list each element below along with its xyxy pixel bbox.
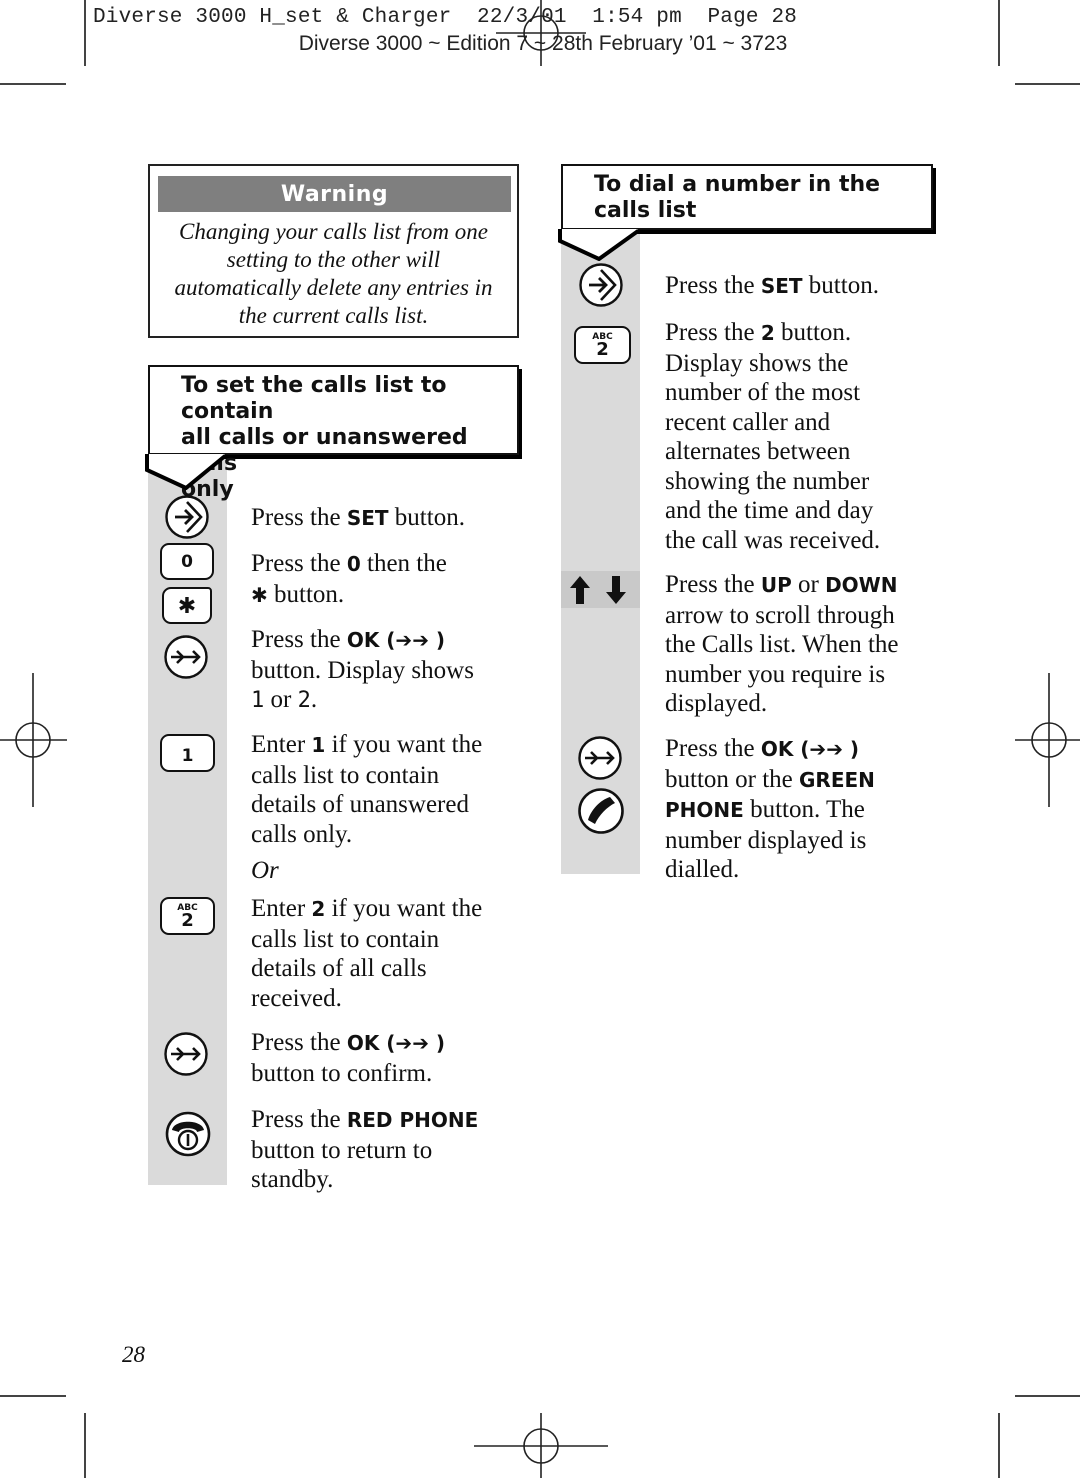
button-name: SET bbox=[346, 506, 389, 530]
display-digit: 2 bbox=[297, 688, 311, 713]
button-name: ✱ bbox=[251, 582, 268, 607]
button-name: OK (➔➔ ) bbox=[346, 1031, 446, 1055]
ok-button-icon bbox=[164, 1032, 208, 1076]
page-number: 28 bbox=[122, 1342, 145, 1367]
set-button-icon bbox=[165, 495, 209, 539]
button-name: UP bbox=[760, 573, 792, 597]
button-name: 1 bbox=[311, 733, 326, 757]
title-line: calls list bbox=[594, 198, 697, 223]
left-step-6: Press the OK (➔➔ ) button to confirm. bbox=[251, 1029, 446, 1087]
registration-mark-top bbox=[496, 0, 586, 66]
two-key-icon: ABC 2 bbox=[160, 897, 215, 935]
right-section-heading-box: To dial a number in the calls list bbox=[561, 164, 933, 230]
down-arrow-icon bbox=[606, 576, 626, 604]
right-step-1: Press the SET button. bbox=[665, 272, 879, 299]
button-name: SET bbox=[760, 274, 803, 298]
red-phone-icon bbox=[165, 1111, 211, 1157]
warning-title: Warning bbox=[158, 176, 511, 212]
warning-box: Warning Changing your calls list from on… bbox=[148, 164, 519, 338]
left-step-1: Press the SET button. bbox=[251, 504, 465, 531]
two-key-icon: ABC 2 bbox=[574, 326, 631, 364]
right-step-3: Press the UP or DOWN arrow to scroll thro… bbox=[665, 571, 899, 717]
up-arrow-icon bbox=[570, 576, 590, 604]
registration-mark-bottom bbox=[474, 1413, 608, 1478]
button-name: RED PHONE bbox=[346, 1108, 479, 1132]
right-section-title: To dial a number in the calls list bbox=[594, 172, 880, 224]
left-step-4: Enter 1 if you want the calls list to con… bbox=[251, 731, 483, 848]
right-step-4: Press the OK (➔➔ ) button or the GREEN PHO… bbox=[665, 735, 875, 883]
left-callout-pointer bbox=[145, 454, 227, 490]
or-label: Or bbox=[251, 857, 279, 884]
left-step-3: Press the OK (➔➔ ) button. Display shows 1… bbox=[251, 626, 474, 713]
button-name: GREEN bbox=[799, 767, 875, 792]
warning-line: setting to the other will bbox=[226, 247, 441, 272]
left-step-2: Press the 0 then the ✱ button. bbox=[251, 550, 447, 608]
right-step-2: Press the 2 button. Display shows the numb… bbox=[665, 319, 881, 554]
key-digit: 2 bbox=[596, 339, 609, 360]
set-button-icon bbox=[579, 263, 623, 307]
button-name: 2 bbox=[311, 897, 326, 921]
one-key-icon: 1 bbox=[160, 734, 215, 772]
left-step-5: Enter 2 if you want the calls list to con… bbox=[251, 895, 483, 1012]
star-key-icon: ✱ bbox=[162, 587, 212, 624]
button-name: OK (➔➔ ) bbox=[760, 737, 860, 761]
button-name: PHONE bbox=[665, 798, 744, 822]
left-section-heading-box: To set the calls list to contain all cal… bbox=[148, 365, 519, 502]
green-phone-icon bbox=[578, 788, 624, 834]
display-digit: 1 bbox=[251, 688, 265, 713]
warning-text: Changing your calls list from one settin… bbox=[154, 218, 513, 330]
right-callout-pointer bbox=[558, 229, 640, 261]
ok-button-icon bbox=[164, 635, 208, 679]
left-step-7: Press the RED PHONE button to return to st… bbox=[251, 1106, 479, 1193]
registration-mark-right bbox=[1015, 673, 1080, 807]
warning-line: Changing your calls list from one bbox=[178, 219, 488, 244]
key-digit: 2 bbox=[181, 910, 194, 931]
ok-button-icon bbox=[578, 736, 622, 780]
up-down-arrows-icon bbox=[570, 576, 626, 604]
button-name: 0 bbox=[346, 552, 361, 576]
registration-mark-left bbox=[0, 673, 67, 807]
warning-line: automatically delete any entries in bbox=[174, 275, 493, 300]
button-name: OK (➔➔ ) bbox=[346, 628, 446, 652]
warning-line: the current calls list. bbox=[238, 303, 429, 328]
zero-key-icon: 0 bbox=[160, 543, 214, 580]
title-line: To dial a number in the bbox=[594, 172, 881, 197]
button-name: 2 bbox=[760, 321, 775, 345]
button-name: DOWN bbox=[825, 573, 898, 597]
title-line: To set the calls list to contain bbox=[181, 373, 447, 424]
